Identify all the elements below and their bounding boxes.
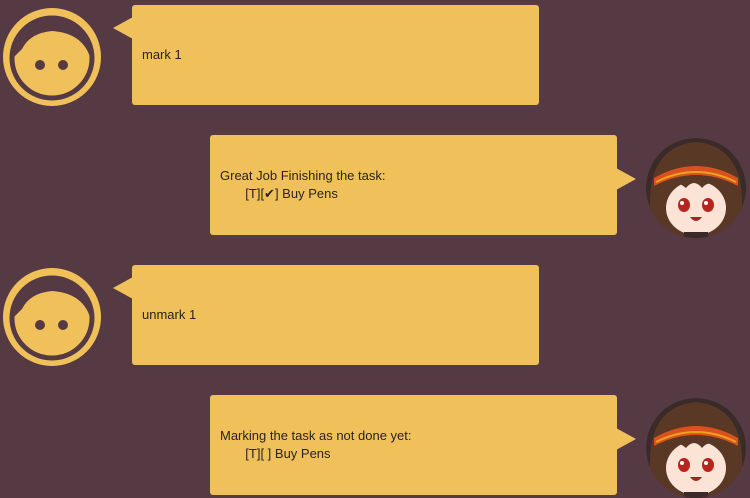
bubble-tail [616,428,636,450]
bot-message-row: Great Job Finishing the task: [T][✔] Buy… [0,135,750,238]
bubble-tail [616,168,636,190]
bot-message-row: Marking the task as not done yet: [T][ ]… [0,395,750,498]
user-message-bubble: unmark 1 [132,265,539,365]
bot-message-bubble: Marking the task as not done yet: [T][ ]… [210,395,617,495]
message-text: Great Job Finishing the task: [T][✔] Buy… [220,168,386,201]
message-text: unmark 1 [142,307,197,322]
user-message-bubble: mark 1 [132,5,539,105]
bubble-tail [113,277,133,299]
user-avatar-icon [2,7,102,107]
bot-message-bubble: Great Job Finishing the task: [T][✔] Buy… [210,135,617,235]
message-text: mark 1 [142,47,182,62]
message-text: Marking the task as not done yet: [T][ ]… [220,428,412,461]
bot-avatar-icon [646,398,746,498]
bubble-tail [113,17,133,39]
user-message-row: unmark 1 [0,265,750,367]
user-message-row: mark 1 [0,5,750,107]
bot-avatar-icon [646,138,746,238]
user-avatar-icon [2,267,102,367]
